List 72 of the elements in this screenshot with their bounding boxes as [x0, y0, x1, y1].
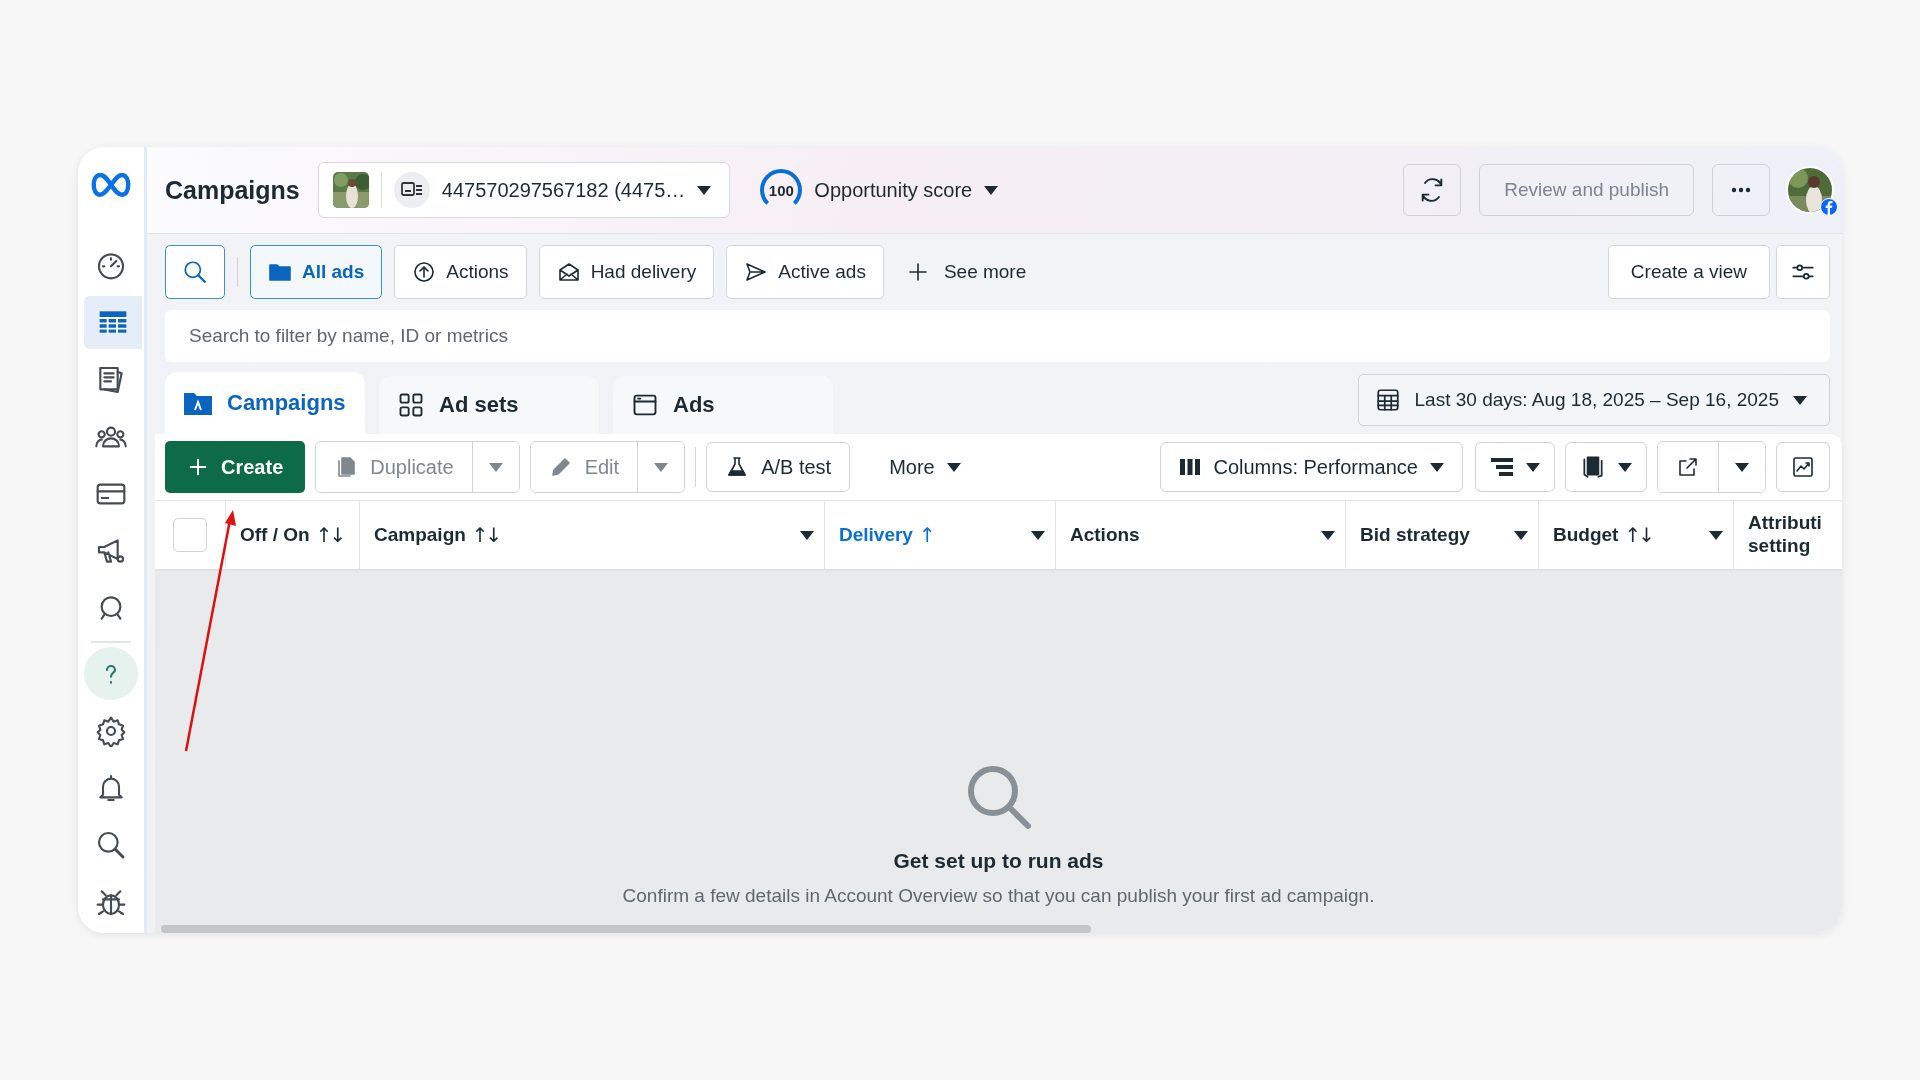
search-icon [182, 259, 208, 285]
caret-icon [1618, 462, 1632, 472]
level-tab[interactable]: Campaigns [165, 372, 365, 434]
filter-chip[interactable]: All ads [250, 245, 383, 299]
calendar-icon [1374, 387, 1401, 413]
filter-chip[interactable]: Active ads [726, 245, 884, 299]
account-selector[interactable]: 447570297567182 (4475… [317, 162, 731, 218]
opportunity-score-button[interactable]: 100 Opportunity score [760, 169, 999, 211]
chart-icon [1791, 455, 1815, 479]
caret-icon [488, 462, 503, 472]
settings-button[interactable] [1776, 245, 1830, 299]
caret-icon [800, 530, 814, 540]
search-button[interactable] [165, 245, 225, 299]
level-tab[interactable]: Ad sets [379, 376, 599, 434]
refresh-button[interactable] [1403, 164, 1462, 216]
chart-button[interactable] [1776, 442, 1830, 492]
see-more-button[interactable]: See more [895, 260, 1037, 284]
dropdown-button[interactable] [1718, 442, 1765, 492]
plus-icon [187, 456, 209, 478]
facebook-badge-icon [1820, 198, 1838, 216]
ab-test-button[interactable]: A/B test [706, 442, 851, 492]
reports-button[interactable] [1565, 442, 1647, 492]
send-icon [744, 260, 769, 284]
search-field[interactable]: Search to filter by name, ID or metrics [165, 310, 1830, 362]
caret-icon [1526, 462, 1540, 472]
arrow-up-circle-icon [412, 260, 437, 284]
sort-icon[interactable]: ↑↓ [471, 523, 500, 547]
export-icon [1676, 455, 1700, 479]
create-button[interactable]: Create [165, 441, 306, 493]
more-icon [1731, 187, 1751, 193]
logo-icon[interactable] [91, 173, 131, 197]
column-header[interactable]: Campaign ↑↓ [360, 501, 825, 569]
select-all-checkbox[interactable] [173, 518, 207, 552]
empty-state-title: Get set up to run ads [893, 849, 1104, 873]
create-view-button[interactable]: Create a view [1607, 245, 1770, 299]
caret-icon [1793, 395, 1807, 405]
caret-icon [1321, 530, 1335, 540]
caret-icon [1514, 530, 1528, 540]
sort-icon[interactable]: ↑↓ [1624, 523, 1652, 547]
filter-chip[interactable]: Had delivery [538, 245, 715, 299]
grid-icon [397, 391, 425, 419]
caret-icon [654, 462, 669, 472]
column-header[interactable]: Attributi setting [1734, 501, 1842, 569]
folder-icon [183, 390, 213, 416]
scrollbar[interactable] [161, 925, 1091, 933]
sidebar-button[interactable] [84, 295, 142, 350]
envelope-icon [556, 260, 581, 284]
caret-icon [1735, 462, 1749, 472]
breakdown-button[interactable] [1475, 442, 1555, 492]
sort-icon[interactable]: ↑↓ [315, 523, 344, 547]
caret-icon [1430, 462, 1444, 472]
column-header[interactable]: Actions [1056, 501, 1346, 569]
caret-icon [697, 185, 712, 195]
settings-icon [95, 714, 127, 747]
breakdown-icon [1490, 457, 1514, 477]
documents-icon [1580, 454, 1606, 480]
date-range-button[interactable]: Last 30 days: Aug 18, 2025 – Sep 16, 2025 [1357, 374, 1830, 426]
ad-account-icon [393, 172, 430, 208]
caret-icon [1709, 530, 1723, 540]
page-title: Campaigns [165, 175, 300, 205]
column-header[interactable]: Delivery ↑ [825, 501, 1056, 569]
level-tab[interactable]: Ads [613, 376, 833, 434]
column-header[interactable]: Budget ↑↓ [1539, 501, 1734, 569]
caret-icon [1031, 530, 1045, 540]
filter-chip[interactable]: Actions [394, 245, 527, 299]
sort-icon[interactable]: ↑ [918, 523, 933, 547]
empty-state-message: Confirm a few details in Account Overview so that you can publish your first ad campaign. [622, 885, 1375, 907]
caret-icon [984, 185, 999, 195]
caret-icon [946, 462, 961, 472]
column-header[interactable]: Bid strategy [1346, 501, 1539, 569]
columns-button[interactable]: Columns: Performance [1160, 442, 1463, 492]
columns-icon [1179, 457, 1202, 477]
